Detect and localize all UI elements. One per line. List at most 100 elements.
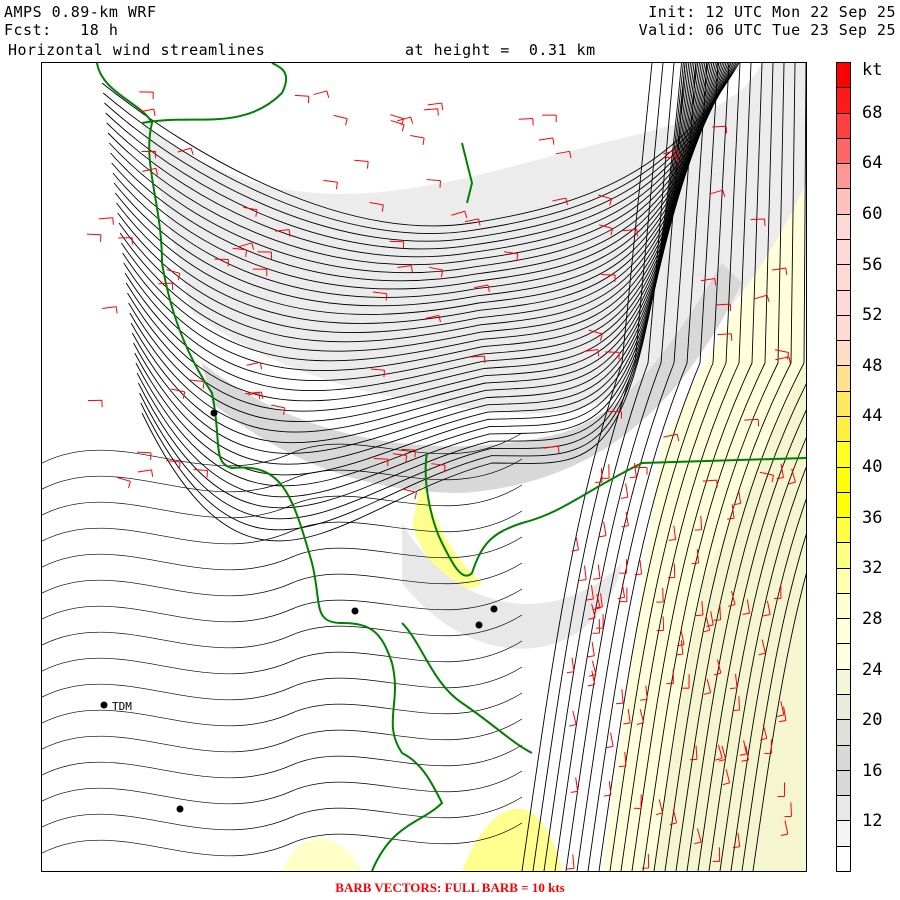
colorbar-swatch [837, 568, 850, 594]
colorbar-label: 44 [862, 406, 883, 427]
colorbar-label: 20 [862, 710, 883, 731]
station-marker [475, 621, 483, 629]
streamline [41, 666, 523, 701]
colorbar-label: 24 [862, 659, 883, 680]
colorbar-swatch [837, 214, 850, 240]
colorbar-swatch [837, 265, 850, 291]
wind-barb [616, 689, 624, 705]
colorbar-label: 16 [862, 760, 883, 781]
colorbar-label: 52 [862, 305, 883, 326]
coastline-segment [141, 62, 288, 124]
wind-barb [629, 462, 637, 479]
colorbar-label: 64 [862, 153, 883, 174]
wind-barb [116, 476, 131, 489]
wind-barb [593, 564, 601, 580]
colorbar-label: 56 [862, 254, 883, 275]
colorbar-label: 36 [862, 507, 883, 528]
colorbar-label: 12 [862, 811, 883, 832]
colorbar-label: 68 [862, 102, 883, 123]
wind-barb [137, 469, 154, 477]
colorbar-swatch [837, 821, 850, 847]
colorbar-swatch [837, 492, 850, 519]
colorbar-swatch [837, 189, 850, 215]
wind-map: TDM [41, 57, 896, 872]
streamline [41, 718, 523, 753]
streamline [41, 770, 523, 805]
wind-barb [190, 379, 205, 389]
model-title: AMPS 0.89-km WRF [4, 3, 157, 21]
wind-barb [294, 94, 310, 104]
colorbar-swatch [837, 239, 850, 266]
wind-barb [98, 217, 114, 225]
wind-barb [313, 90, 330, 98]
colorbar-swatch [837, 290, 850, 316]
station-marker [490, 605, 498, 613]
wind-barb [423, 108, 439, 116]
wind-barb [538, 137, 555, 145]
colorbar-swatch [837, 391, 850, 417]
wind-barb [617, 583, 626, 599]
colorbar-label: 48 [862, 355, 883, 376]
colorbar-swatch [837, 619, 850, 645]
station-marker [176, 805, 184, 813]
colorbar-swatch [837, 138, 850, 165]
colorbar-swatch [837, 467, 850, 493]
wind-barb [410, 135, 425, 146]
valid-time: Valid: 06 UTC Tue 23 Sep 25 [638, 21, 896, 39]
colorbar-swatch [837, 644, 850, 670]
wind-barb [569, 710, 577, 727]
wind-barb [118, 237, 133, 245]
colorbar-label: 28 [862, 608, 883, 629]
station-marker [351, 607, 359, 615]
colorbar-swatch [837, 442, 850, 468]
colorbar-swatch [837, 669, 850, 696]
height-label: at height = 0.31 km [405, 41, 596, 59]
wind-barb [246, 361, 263, 370]
wind-barb [87, 399, 103, 408]
wind-barb [86, 233, 102, 242]
colorbar-swatch [837, 796, 850, 822]
colorbar [836, 62, 851, 872]
streamline [41, 822, 523, 857]
wind-barb [595, 468, 603, 483]
forecast-hour: Fcst: 18 h [4, 21, 119, 39]
colorbar-swatch [837, 846, 850, 871]
colorbar-swatch [837, 518, 850, 544]
streamline [41, 796, 523, 831]
colorbar-swatch [837, 113, 850, 139]
wind-barb [323, 179, 338, 190]
streamline [41, 744, 523, 779]
station-marker [100, 701, 108, 709]
colorbar-swatch [837, 315, 850, 342]
colorbar-swatch [837, 770, 850, 797]
colorbar-unit: kt [862, 60, 883, 80]
station-label-tdm: TDM [112, 700, 132, 713]
wind-barb [136, 451, 152, 460]
wind-barb [571, 535, 579, 552]
colorbar-swatch [837, 543, 850, 569]
wind-barb [139, 91, 154, 100]
colorbar-label: 60 [862, 203, 883, 224]
wind-barb [542, 114, 557, 123]
colorbar-swatch [837, 745, 850, 771]
colorbar-swatch [837, 720, 850, 746]
wind-barb [620, 483, 629, 499]
colorbar-swatch [837, 88, 850, 114]
init-time: Init: 12 UTC Mon 22 Sep 25 [648, 3, 896, 21]
colorbar-swatch [837, 63, 850, 89]
colorbar-swatch [837, 695, 850, 721]
colorbar-swatch [837, 366, 850, 392]
wind-barb [566, 657, 575, 674]
map-canvas: TDM [41, 57, 896, 872]
wind-barb [518, 117, 534, 126]
streamline [41, 510, 523, 545]
shade-region [462, 808, 562, 871]
wind-barb [570, 777, 579, 793]
colorbar-label: 40 [862, 457, 883, 477]
colorbar-label: 32 [862, 558, 883, 579]
wind-barb [102, 306, 118, 314]
colorbar-swatch [837, 593, 850, 620]
barb-caption: BARB VECTORS: FULL BARB = 10 kts [335, 880, 565, 895]
wind-barb [354, 159, 369, 169]
colorbar-swatch [837, 341, 850, 367]
